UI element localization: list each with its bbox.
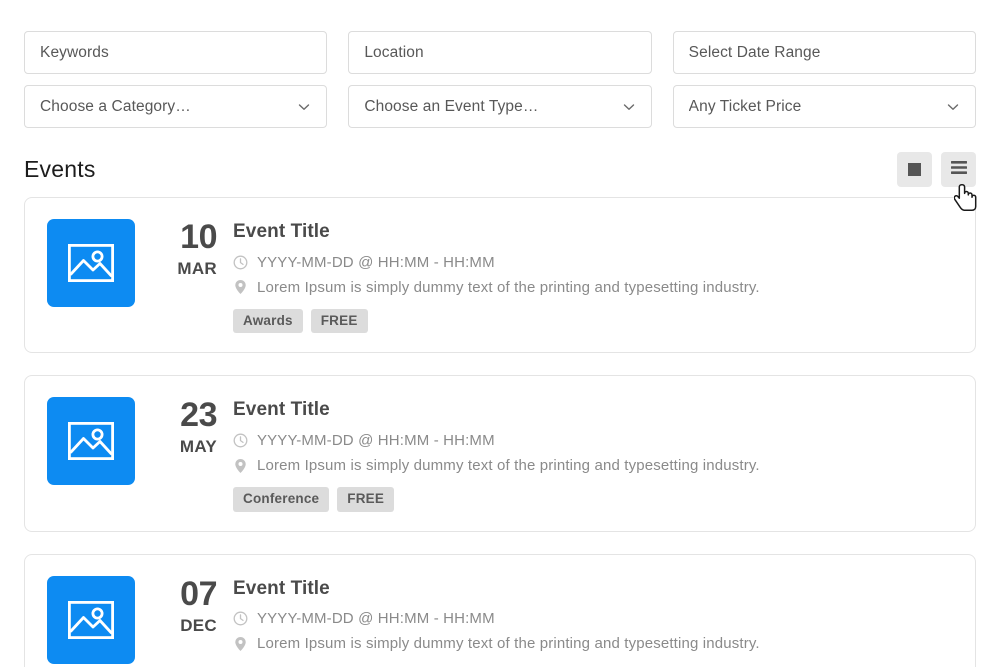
event-title[interactable]: Event Title [233, 578, 953, 601]
category-select-value: Choose a Category… [40, 98, 297, 116]
event-badges: Conference FREE [233, 487, 953, 512]
keywords-input[interactable]: Keywords [24, 31, 327, 74]
event-time: YYYY-MM-DD @ HH:MM - HH:MM [257, 432, 495, 449]
event-day: 23 [155, 398, 217, 432]
map-pin-icon [233, 458, 248, 474]
ticket-price-select[interactable]: Any Ticket Price [673, 85, 976, 128]
event-location-row: Lorem Ipsum is simply dummy text of the … [233, 277, 953, 298]
chevron-down-icon [946, 100, 960, 114]
location-placeholder: Location [364, 44, 423, 62]
event-month: MAY [155, 438, 217, 455]
event-type-select[interactable]: Choose an Event Type… [348, 85, 651, 128]
event-location: Lorem Ipsum is simply dummy text of the … [257, 279, 760, 296]
event-title[interactable]: Event Title [233, 399, 953, 422]
event-card[interactable]: 23 MAY Event Title YYYY-MM-DD @ HH:MM - … [24, 375, 976, 531]
map-pin-icon [233, 636, 248, 652]
event-thumbnail [47, 219, 135, 307]
filter-bar: Keywords Location Select Date Range Choo… [0, 0, 1000, 128]
event-time-row: YYYY-MM-DD @ HH:MM - HH:MM [233, 430, 953, 451]
chevron-down-icon [297, 100, 311, 114]
event-location-row: Lorem Ipsum is simply dummy text of the … [233, 455, 953, 476]
event-time: YYYY-MM-DD @ HH:MM - HH:MM [257, 610, 495, 627]
event-time: YYYY-MM-DD @ HH:MM - HH:MM [257, 254, 495, 271]
event-day: 10 [155, 220, 217, 254]
clock-icon [233, 611, 248, 626]
status-badge[interactable]: FREE [337, 487, 394, 512]
event-type-select-value: Choose an Event Type… [364, 98, 621, 116]
event-details: Event Title YYYY-MM-DD @ HH:MM - HH:MM [233, 576, 953, 659]
event-details: Event Title YYYY-MM-DD @ HH:MM - HH:MM [233, 397, 953, 511]
image-placeholder-icon [68, 244, 114, 282]
image-placeholder-icon [68, 601, 114, 639]
keywords-placeholder: Keywords [40, 44, 109, 62]
list-view-button[interactable] [941, 152, 976, 187]
event-details: Event Title YYYY-MM-DD @ HH:MM - HH:MM [233, 219, 953, 333]
event-location: Lorem Ipsum is simply dummy text of the … [257, 457, 760, 474]
clock-icon [233, 255, 248, 270]
event-date: 23 MAY [155, 397, 217, 455]
event-time-row: YYYY-MM-DD @ HH:MM - HH:MM [233, 608, 953, 629]
event-month: DEC [155, 617, 217, 634]
event-month: MAR [155, 260, 217, 277]
image-placeholder-icon [68, 422, 114, 460]
status-badge[interactable]: Awards [233, 309, 303, 334]
location-input[interactable]: Location [348, 31, 651, 74]
event-date: 10 MAR [155, 219, 217, 277]
event-thumbnail [47, 397, 135, 485]
filter-row-selects: Choose a Category… Choose an Event Type…… [24, 85, 976, 128]
clock-icon [233, 433, 248, 448]
event-location: Lorem Ipsum is simply dummy text of the … [257, 635, 760, 652]
event-list: 10 MAR Event Title YYYY-MM-DD @ HH:MM - … [0, 197, 1000, 667]
event-time-row: YYYY-MM-DD @ HH:MM - HH:MM [233, 252, 953, 273]
event-date: 07 DEC [155, 576, 217, 634]
events-section-header: Events [0, 148, 1000, 190]
map-pin-icon [233, 279, 248, 295]
event-day: 07 [155, 577, 217, 611]
status-badge[interactable]: FREE [311, 309, 368, 334]
chevron-down-icon [622, 100, 636, 114]
status-badge[interactable]: Conference [233, 487, 329, 512]
page-title: Events [24, 156, 96, 183]
event-badges: Awards FREE [233, 309, 953, 334]
view-toggle-group [897, 152, 976, 187]
category-select[interactable]: Choose a Category… [24, 85, 327, 128]
grid-view-button[interactable] [897, 152, 932, 187]
date-range-placeholder: Select Date Range [689, 44, 821, 62]
date-range-input[interactable]: Select Date Range [673, 31, 976, 74]
grid-view-icon [908, 163, 921, 176]
event-title[interactable]: Event Title [233, 221, 953, 244]
event-card[interactable]: 07 DEC Event Title YYYY-MM-DD @ HH:MM - … [24, 554, 976, 667]
filter-row-text: Keywords Location Select Date Range [24, 31, 976, 74]
event-location-row: Lorem Ipsum is simply dummy text of the … [233, 633, 953, 654]
event-thumbnail [47, 576, 135, 664]
list-view-icon [951, 161, 967, 177]
event-card[interactable]: 10 MAR Event Title YYYY-MM-DD @ HH:MM - … [24, 197, 976, 353]
ticket-price-select-value: Any Ticket Price [689, 98, 946, 116]
